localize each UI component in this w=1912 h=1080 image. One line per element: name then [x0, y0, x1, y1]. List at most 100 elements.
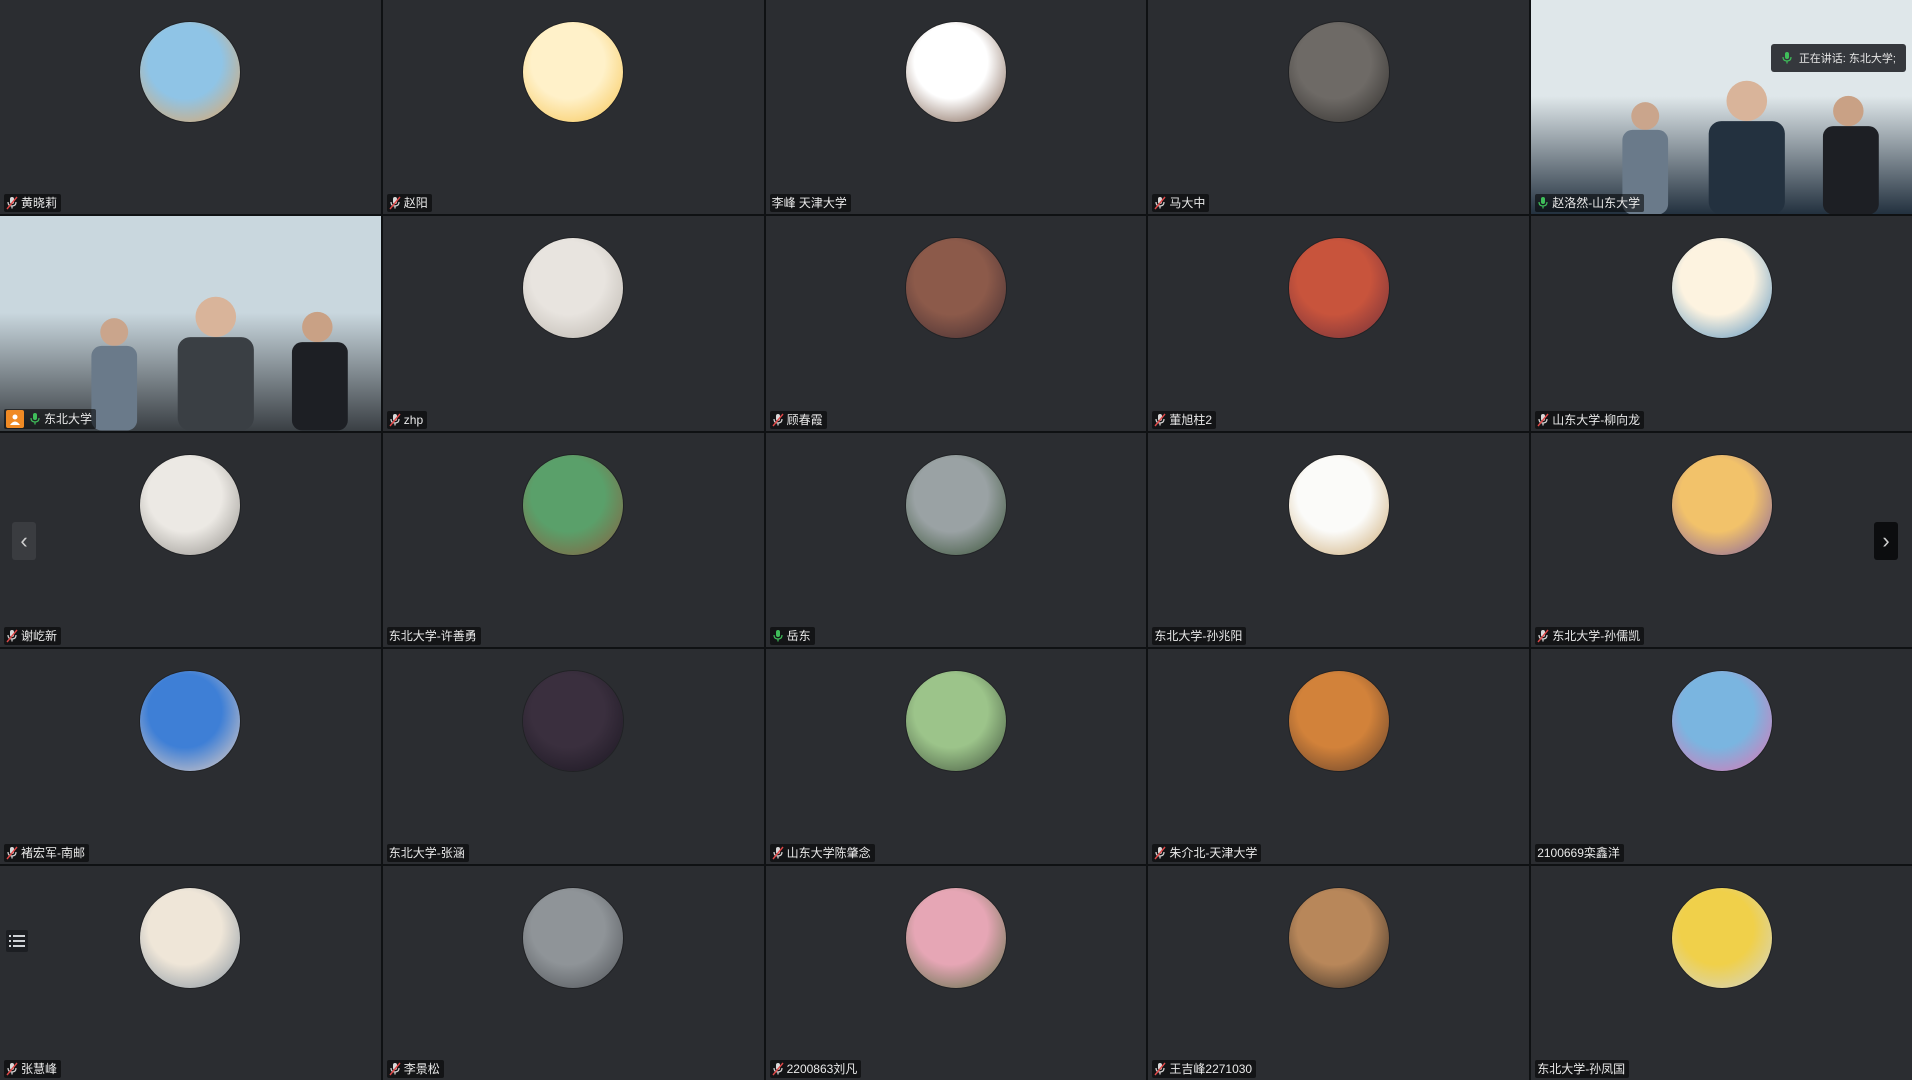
host-icon — [6, 409, 24, 428]
avatar — [905, 887, 1006, 988]
participant-tile[interactable]: 2200863刘凡 — [765, 865, 1147, 1080]
participant-name: 顾春霞 — [786, 412, 823, 427]
participant-name: 东北大学-许善勇 — [388, 629, 477, 644]
participant-name: 黄晓莉 — [21, 196, 58, 211]
participant-name: 东北大学-张涵 — [388, 845, 465, 860]
participant-name: 东北大学 — [44, 411, 93, 426]
participant-tile[interactable]: 李峰 天津大学 — [765, 0, 1147, 215]
participant-grid: 黄晓莉 赵阳 李峰 天津大学 马大中 正在讲话: 东北大学; 赵洛然-山东大学东北大学 zh… — [0, 0, 1912, 1080]
participant-tile[interactable]: 正在讲话: 东北大学; 赵洛然-山东大学 — [1531, 0, 1912, 215]
mic-muted-icon — [1537, 629, 1549, 643]
nameplate: 董旭柱2 — [1152, 410, 1217, 429]
participant-tile[interactable]: 山东大学-柳向龙 — [1531, 216, 1912, 431]
participant-tile[interactable]: 朱介北-天津大学 — [1148, 649, 1530, 864]
mic-muted-icon — [1154, 846, 1166, 860]
participant-name: 李景松 — [403, 1061, 440, 1076]
nameplate: 东北大学-孙兆阳 — [1152, 627, 1247, 646]
participant-name: 赵洛然-山东大学 — [1552, 196, 1641, 211]
participant-name: 山东大学-柳向龙 — [1552, 412, 1641, 427]
mic-on-icon — [30, 412, 40, 425]
avatar — [1671, 238, 1772, 339]
participant-tile[interactable]: 黄晓莉 — [0, 0, 381, 215]
participant-name: zhp — [403, 412, 424, 427]
mic-muted-icon — [1154, 1062, 1166, 1076]
participant-name: 东北大学-孙兆阳 — [1154, 629, 1243, 644]
participant-name: 董旭柱2 — [1169, 412, 1213, 427]
participant-tile[interactable]: 张慧峰 — [0, 865, 381, 1080]
mic-muted-icon — [389, 413, 401, 427]
mic-muted-icon — [772, 846, 784, 860]
nameplate: 褚宏军-南邮 — [4, 843, 89, 862]
mic-muted-icon — [772, 413, 784, 427]
avatar — [1288, 22, 1389, 122]
avatar — [523, 454, 624, 555]
avatar — [140, 454, 241, 555]
participant-tile[interactable]: 董旭柱2 — [1148, 216, 1530, 431]
avatar — [523, 671, 624, 772]
nameplate: 东北大学 — [4, 408, 97, 429]
participant-tile[interactable]: 顾春霞 — [765, 216, 1147, 431]
mic-muted-icon — [389, 1062, 401, 1076]
nameplate: 2200863刘凡 — [769, 1059, 862, 1078]
participant-tile[interactable]: 李景松 — [382, 865, 764, 1080]
nameplate: 岳东 — [769, 627, 815, 646]
participant-tile[interactable]: 东北大学-孙凤国 — [1531, 865, 1912, 1080]
participant-tile[interactable]: 岳东 — [765, 432, 1147, 648]
participant-name: 2100669栾鑫洋 — [1537, 845, 1620, 860]
participant-tile[interactable]: 东北大学-孙兆阳 — [1148, 432, 1530, 648]
participant-tile[interactable]: 山东大学陈肇念 — [765, 649, 1147, 864]
nameplate: 东北大学-孙儒凯 — [1535, 627, 1645, 646]
nameplate: 马大中 — [1152, 194, 1210, 213]
participant-name: 山东大学陈肇念 — [786, 845, 871, 860]
mic-muted-icon — [6, 846, 18, 860]
avatar — [1671, 671, 1772, 772]
avatar — [140, 22, 241, 122]
participant-tile[interactable]: 东北大学-许善勇 — [382, 432, 764, 648]
avatar — [140, 671, 241, 772]
avatar — [1671, 887, 1772, 988]
nameplate: 黄晓莉 — [4, 194, 62, 213]
nameplate: 赵阳 — [386, 194, 432, 213]
participant-name: 张慧峰 — [21, 1061, 58, 1076]
participant-name: 岳东 — [786, 629, 811, 644]
avatar — [905, 238, 1006, 339]
mic-muted-icon — [1537, 413, 1549, 427]
avatar — [523, 22, 624, 122]
participant-name: 东北大学-孙儒凯 — [1552, 629, 1641, 644]
nameplate: zhp — [386, 410, 428, 429]
avatar — [523, 887, 624, 988]
participant-name: 李峰 天津大学 — [771, 196, 847, 211]
video-feed — [1531, 0, 1912, 215]
mic-on-icon — [1538, 197, 1548, 209]
participant-tile[interactable]: 马大中 — [1148, 0, 1530, 215]
participant-tile[interactable]: 东北大学-孙儒凯 — [1531, 432, 1912, 648]
participant-tile[interactable]: 东北大学 — [0, 216, 381, 431]
avatar — [905, 22, 1006, 122]
participant-list-button[interactable] — [6, 930, 28, 952]
list-icon — [9, 935, 25, 947]
participant-name: 马大中 — [1169, 196, 1206, 211]
participant-tile[interactable]: 2100669栾鑫洋 — [1531, 649, 1912, 864]
avatar — [905, 671, 1006, 772]
mic-muted-icon — [6, 196, 18, 210]
nameplate: 山东大学-柳向龙 — [1535, 410, 1645, 429]
participant-tile[interactable]: 东北大学-张涵 — [382, 649, 764, 864]
nameplate: 赵洛然-山东大学 — [1535, 194, 1645, 213]
nameplate: 东北大学-张涵 — [386, 843, 469, 862]
participant-tile[interactable]: 赵阳 — [382, 0, 764, 215]
participant-tile[interactable]: 谢屹新 — [0, 432, 381, 648]
video-scene — [0, 216, 381, 431]
participant-tile[interactable]: 褚宏军-南邮 — [0, 649, 381, 864]
participant-tile[interactable]: zhp — [382, 216, 764, 431]
avatar — [1288, 238, 1389, 339]
nameplate: 李景松 — [386, 1059, 444, 1078]
participant-name: 褚宏军-南邮 — [21, 845, 85, 860]
next-page-button[interactable]: › — [1874, 522, 1898, 560]
previous-page-button[interactable]: ‹ — [12, 522, 36, 560]
avatar — [905, 454, 1006, 555]
video-feed — [0, 216, 381, 431]
nameplate: 顾春霞 — [769, 410, 827, 429]
participant-name: 2200863刘凡 — [786, 1061, 858, 1076]
avatar — [1671, 454, 1772, 555]
participant-tile[interactable]: 王吉峰2271030 — [1148, 865, 1530, 1080]
